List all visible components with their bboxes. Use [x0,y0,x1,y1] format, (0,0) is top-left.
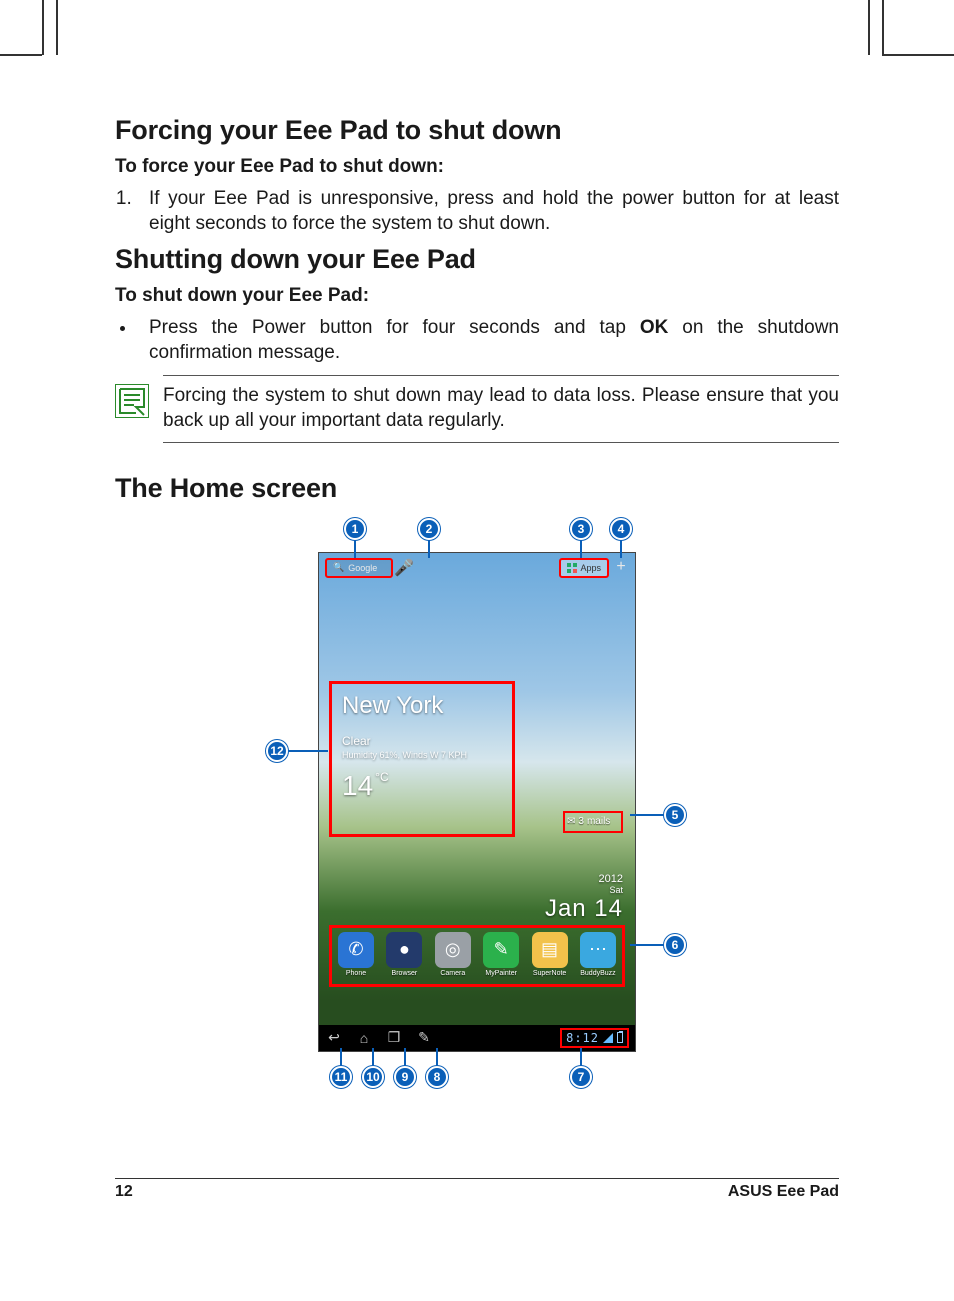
nav-back-icon[interactable]: ↩ [325,1029,343,1046]
nav-home-icon[interactable]: ⌂ [355,1030,373,1046]
app-icon: ✎ [483,932,519,968]
voice-search-icon[interactable]: 🎤 [397,558,411,578]
note-rule-bot [163,442,839,443]
heading-home: The Home screen [115,473,839,504]
app-icon: ▤ [532,932,568,968]
heading-shutting: Shutting down your Eee Pad [115,244,839,275]
weather-city: New York [342,692,502,720]
app-phone[interactable]: ✆ Phone [334,932,378,977]
app-label: BuddyBuzz [576,970,620,977]
app-icon: ✆ [338,932,374,968]
app-label: Phone [334,970,378,977]
callout-4: 4 [610,518,632,540]
battery-icon [617,1032,623,1043]
note-text: Forcing the system to shut down may lead… [163,384,839,433]
mail-widget[interactable]: ✉ 3 mails [563,811,623,833]
callout-2: 2 [418,518,440,540]
callout-10: 10 [362,1066,384,1088]
callout-1: 1 [344,518,366,540]
mail-icon: ✉ [567,816,575,827]
apps-button[interactable]: Apps [559,558,609,578]
date-widget[interactable]: 2012 Sat Jan 14 [545,873,623,923]
app-supernote[interactable]: ▤ SuperNote [528,932,572,977]
page-number: 12 [115,1183,133,1201]
app-label: Browser [382,970,426,977]
weather-condition: Clear [342,734,502,748]
callout-3: 3 [570,518,592,540]
app-buddybuzz[interactable]: ⋯ BuddyBuzz [576,932,620,977]
subheading-shut: To shut down your Eee Pad: [115,285,839,307]
status-time: 8:12 [566,1031,599,1045]
search-placeholder: Google [348,563,377,573]
signal-icon [603,1033,613,1043]
app-icon: ◎ [435,932,471,968]
callout-9: 9 [394,1066,416,1088]
nav-recent-icon[interactable]: ❐ [385,1029,403,1046]
weather-temp: 14°C [342,770,502,802]
weather-humidity: Humidity 61%, Winds W 7 KPH [342,750,502,760]
app-mypainter[interactable]: ✎ MyPainter [479,932,523,977]
force-step-1: If your Eee Pad is unresponsive, press a… [137,186,839,236]
app-dock: ✆ Phone ● Browser ◎ Camera ✎ MyPainter ▤ SuperNot… [329,925,625,987]
add-widget-icon[interactable]: + [613,560,629,576]
product-name: ASUS Eee Pad [728,1183,839,1201]
mail-label: mails [587,816,610,827]
callout-7: 7 [570,1066,592,1088]
app-icon: ⋯ [580,932,616,968]
heading-forcing: Forcing your Eee Pad to shut down [115,115,839,146]
callout-6: 6 [664,934,686,956]
callout-11: 11 [330,1066,352,1088]
app-icon: ● [386,932,422,968]
app-label: SuperNote [528,970,572,977]
app-browser[interactable]: ● Browser [382,932,426,977]
app-camera[interactable]: ◎ Camera [431,932,475,977]
nav-screenshot-icon[interactable]: ✎ [415,1029,433,1046]
search-icon: 🔍 [333,562,344,573]
home-screen-figure: 1 2 3 4 5 6 12 7 8 9 10 11 [314,518,640,1088]
note-rule-top [163,375,839,376]
search-box[interactable]: 🔍 Google [325,558,393,578]
apps-grid-icon [567,563,577,573]
note-icon [115,384,149,418]
mail-count: 3 [578,816,584,827]
callout-8: 8 [426,1066,448,1088]
callout-5: 5 [664,804,686,826]
app-label: MyPainter [479,970,523,977]
subheading-force: To force your Eee Pad to shut down: [115,156,839,178]
callout-12: 12 [266,740,288,762]
weather-widget[interactable]: New York Clear Humidity 61%, Winds W 7 K… [329,681,515,837]
status-area[interactable]: 8:12 [560,1028,629,1048]
app-label: Camera [431,970,475,977]
shut-step-1: Press the Power button for four seconds … [137,315,839,365]
